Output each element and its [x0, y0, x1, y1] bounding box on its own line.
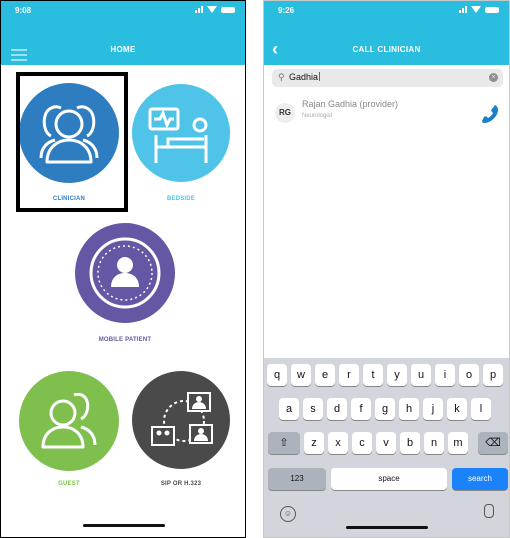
key-m[interactable]: m — [448, 432, 468, 454]
numbers-key[interactable]: 123 — [268, 468, 326, 490]
search-icon: ⚲ — [278, 72, 285, 82]
avatar: RG — [275, 103, 295, 123]
microphone-icon[interactable] — [484, 504, 494, 518]
mobile-patient-circle — [75, 223, 175, 323]
keyboard: qwertyuiop asdfghjkl zxcvbnm ⇧ ⌫ 123 spa… — [264, 358, 509, 537]
wifi-icon — [207, 6, 217, 13]
key-v[interactable]: v — [376, 432, 396, 454]
home-screen: 9:08 HOME CLINICIAN BEDSIDE MOBILE PATIE… — [0, 0, 246, 538]
emoji-icon[interactable]: ☺ — [280, 506, 296, 522]
key-a[interactable]: a — [279, 398, 299, 420]
key-g[interactable]: g — [375, 398, 395, 420]
guest-circle — [19, 371, 119, 471]
battery-icon — [485, 6, 499, 13]
home-indicator[interactable] — [83, 524, 165, 527]
key-x[interactable]: x — [328, 432, 348, 454]
key-h[interactable]: h — [399, 398, 419, 420]
search-key[interactable]: search — [452, 468, 508, 490]
search-input[interactable]: Gadhia — [289, 72, 320, 82]
key-e[interactable]: e — [315, 364, 335, 386]
key-j[interactable]: j — [423, 398, 443, 420]
guest-label: GUEST — [58, 481, 80, 487]
bedside-label: BEDSIDE — [166, 196, 196, 202]
key-f[interactable]: f — [351, 398, 371, 420]
contact-role: Neurologist — [302, 113, 333, 119]
status-time: 9:08 — [15, 6, 32, 15]
bedside-circle — [132, 84, 230, 182]
list-item[interactable]: RG Rajan Gadhia (provider) Neurologist — [264, 97, 509, 133]
network-icon — [151, 392, 213, 446]
status-bar: 9:08 — [1, 1, 245, 23]
people-icon — [41, 393, 97, 449]
status-bar: 9:26 — [264, 1, 509, 23]
key-o[interactable]: o — [459, 364, 479, 386]
key-u[interactable]: u — [411, 364, 431, 386]
key-d[interactable]: d — [327, 398, 347, 420]
key-t[interactable]: t — [363, 364, 383, 386]
home-indicator[interactable] — [346, 526, 428, 529]
key-y[interactable]: y — [387, 364, 407, 386]
key-r[interactable]: r — [339, 364, 359, 386]
shift-key[interactable]: ⇧ — [268, 432, 300, 454]
space-key[interactable]: space — [331, 468, 447, 490]
phone-icon[interactable] — [481, 104, 499, 124]
contact-name: Rajan Gadhia (provider) — [302, 99, 399, 109]
patient-icon — [89, 237, 161, 309]
call-clinician-screen: 9:26 ‹ CALL CLINICIAN ⚲ Gadhia × RG Raja… — [263, 0, 510, 538]
sip-circle — [132, 371, 230, 469]
page-title: CALL CLINICIAN — [352, 45, 421, 54]
key-p[interactable]: p — [483, 364, 503, 386]
nav-bar: ‹ CALL CLINICIAN — [264, 23, 509, 65]
mobile-patient-label: MOBILE PATIENT — [98, 337, 152, 343]
battery-icon — [221, 6, 235, 13]
selection-highlight — [16, 72, 128, 212]
key-l[interactable]: l — [471, 398, 491, 420]
delete-key[interactable]: ⌫ — [478, 432, 508, 454]
key-q[interactable]: q — [267, 364, 287, 386]
cellular-icon — [195, 6, 203, 13]
key-z[interactable]: z — [304, 432, 324, 454]
key-s[interactable]: s — [303, 398, 323, 420]
key-n[interactable]: n — [424, 432, 444, 454]
nav-bar: HOME — [1, 23, 245, 65]
cellular-icon — [459, 6, 467, 13]
key-c[interactable]: c — [352, 432, 372, 454]
page-title: HOME — [110, 45, 136, 54]
bed-icon — [148, 107, 208, 163]
wifi-icon — [471, 6, 481, 13]
sip-label: SIP OR H.323 — [160, 481, 202, 487]
status-time: 9:26 — [278, 6, 295, 15]
key-b[interactable]: b — [400, 432, 420, 454]
clear-icon[interactable]: × — [489, 73, 498, 82]
search-field[interactable]: ⚲ Gadhia × — [272, 69, 503, 87]
key-i[interactable]: i — [435, 364, 455, 386]
key-k[interactable]: k — [447, 398, 467, 420]
key-w[interactable]: w — [291, 364, 311, 386]
